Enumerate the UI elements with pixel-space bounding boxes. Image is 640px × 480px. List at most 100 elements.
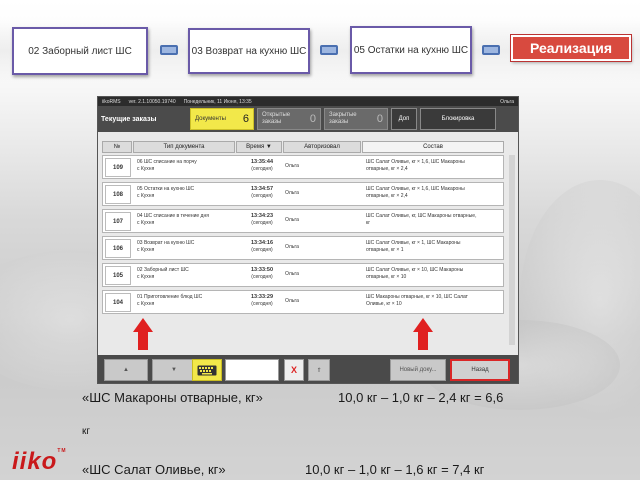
row-author: Ольга <box>285 244 299 250</box>
column-time[interactable]: Время ▼ <box>236 141 282 153</box>
comp-line: ШС Салат Оливье, кг, ШС Макароны отварны… <box>366 213 477 219</box>
row-author: Ольга <box>285 190 299 196</box>
row-doc-type: 04 ШС списание в течение дня с Кухня <box>137 213 233 227</box>
comp-line: ШС Салат Оливье, кг × 1,6, ШС Макароны <box>366 159 465 165</box>
row-author: Ольга <box>285 298 299 304</box>
doc-source: с Кухня <box>137 220 155 226</box>
scroll-up-button[interactable]: ▲ <box>104 359 148 381</box>
tab-documents[interactable]: Документы 6 <box>190 108 254 130</box>
time-day: (сегодня) <box>251 274 273 280</box>
time-value: 13:33:50 <box>250 267 274 273</box>
row-number: 107 <box>105 212 131 231</box>
flow-step-label: 03 Возврат на кухню ШС <box>191 45 307 57</box>
doc-name: 01 Приготовление блюд ШС <box>137 294 203 300</box>
row-composition: ШС Салат Оливье, кг, ШС Макароны отварны… <box>366 213 502 227</box>
arrow-up-icon <box>133 318 153 350</box>
flow-connector <box>160 45 178 55</box>
table-row[interactable]: 106 03 Возврат на кухню ШС с Кухня 13:34:… <box>102 236 504 260</box>
tab-label: Документы <box>195 116 226 122</box>
arrow-up-icon <box>413 318 433 350</box>
app-version: ver. 2.1.10050.19740 <box>128 98 176 105</box>
back-button[interactable]: Назад <box>450 359 510 381</box>
row-author: Ольга <box>285 271 299 277</box>
comp-line: ШС Макароны отварные, кг × 10, ШС Салат <box>366 294 468 300</box>
flow-step-zabornyi-list: 02 Заборный лист ШС <box>12 27 148 75</box>
sales-step-button[interactable]: Реализация <box>510 34 632 62</box>
formula-line2-calc: 10,0 кг – 1,0 кг – 1,6 кг = 7,4 кг <box>305 462 485 477</box>
formula-line2-name: «ШС Салат Оливье, кг» <box>82 462 226 477</box>
comp-line: Оливье, кг × 10 <box>366 301 402 307</box>
table-row[interactable]: 109 06 ШС списание на порчу с Кухня 13:35… <box>102 155 504 179</box>
doc-source: с Кухня <box>137 247 155 253</box>
tab-count: 6 <box>242 113 249 125</box>
doc-source: с Кухня <box>137 301 155 307</box>
row-time: 13:34:57 (сегодня) <box>242 186 282 200</box>
formula-line1-unit: кг <box>82 426 91 437</box>
scroll-top-button[interactable]: ⇑ <box>308 359 330 381</box>
row-composition: ШС Салат Оливье, кг × 10, ШС Макароны отв… <box>366 267 502 281</box>
row-doc-type: 01 Приготовление блюд ШС с Кухня <box>137 294 233 308</box>
keyboard-icon[interactable] <box>192 359 222 381</box>
flow-connector <box>320 45 338 55</box>
comp-line: отварные, кг × 2,4 <box>366 166 408 172</box>
formula-line1-name: «ШС Макароны отварные, кг» <box>82 390 263 405</box>
time-day: (сегодня) <box>251 193 273 199</box>
scrollbar[interactable] <box>509 155 515 345</box>
clear-button[interactable]: X <box>284 359 304 381</box>
bottom-toolbar: ▲ ▼ X ⇑ Новый доку... Назад <box>98 355 518 383</box>
tab-open-orders[interactable]: Открытые заказы 0 <box>257 108 321 130</box>
lock-button[interactable]: Блокировка <box>420 108 496 130</box>
time-value: 13:33:29 <box>250 294 274 300</box>
logo-text: iiko <box>12 448 58 475</box>
row-composition: ШС Салат Оливье, кг × 1, ШС Макароны отва… <box>366 240 502 254</box>
row-doc-type: 05 Остатки на кухню ШС с Кухня <box>137 186 233 200</box>
column-doc-type[interactable]: Тип документа <box>133 141 235 153</box>
comp-line: ШС Салат Оливье, кг × 1, ШС Макароны <box>366 240 461 246</box>
time-day: (сегодня) <box>251 247 273 253</box>
tab-count: 0 <box>309 113 316 125</box>
flow-step-label: 02 Заборный лист ШС <box>28 45 132 57</box>
search-input[interactable] <box>225 359 279 381</box>
column-number[interactable]: № <box>102 141 132 153</box>
row-composition: ШС Макароны отварные, кг × 10, ШС Салат О… <box>366 294 502 308</box>
doc-source: с Кухня <box>137 166 155 172</box>
tab-closed-orders[interactable]: Закрытые заказы 0 <box>324 108 388 130</box>
logo-tm: TM <box>57 448 67 454</box>
formula-line1-calc: 10,0 кг – 1,0 кг – 2,4 кг = 6,6 <box>338 390 504 405</box>
new-document-button[interactable]: Новый доку... <box>390 359 446 381</box>
tab-count: 0 <box>376 113 383 125</box>
app-date: Понедельник, 11 Июня, 13:35 <box>183 98 252 105</box>
app-titlebar: iikoRMS ver. 2.1.10050.19740 Понедельник… <box>98 97 518 106</box>
time-day: (сегодня) <box>251 166 273 172</box>
row-time: 13:34:16 (сегодня) <box>242 240 282 254</box>
table-row[interactable]: 108 05 Остатки на кухню ШС с Кухня 13:34:… <box>102 182 504 206</box>
row-doc-type: 06 ШС списание на порчу с Кухня <box>137 159 233 173</box>
comp-line: отварные, кг × 1 <box>366 247 404 253</box>
table-row[interactable]: 105 02 Заборный лист ШС с Кухня 13:33:50(… <box>102 263 504 287</box>
flow-step-label: 05 Остатки на кухню ШС <box>353 44 469 56</box>
tab-label: Открытые заказы <box>262 112 291 125</box>
table-row[interactable]: 107 04 ШС списание в течение дня с Кухня … <box>102 209 504 233</box>
time-value: 13:34:57 <box>250 186 274 192</box>
iiko-logo: iikoTM <box>12 448 67 476</box>
column-author[interactable]: Авторизовал <box>283 141 361 153</box>
extra-button[interactable]: Доп <box>391 108 417 130</box>
flow-step-ostatki: 05 Остатки на кухню ШС <box>350 26 472 74</box>
column-composition[interactable]: Состав <box>362 141 504 153</box>
app-header: Текущие заказы Документы 6 Открытые зака… <box>98 106 518 132</box>
time-value: 13:34:23 <box>250 213 274 219</box>
row-doc-type: 03 Возврат на кухню ШС с Кухня <box>137 240 233 254</box>
row-author: Ольга <box>285 163 299 169</box>
doc-name: 06 ШС списание на порчу <box>137 159 197 165</box>
row-time: 13:33:29 (сегодня) <box>242 294 282 308</box>
comp-line: ШС Салат Оливье, кг × 10, ШС Макароны <box>366 267 464 273</box>
time-day: (сегодня) <box>251 220 273 226</box>
doc-source: с Кухня <box>137 274 155 280</box>
scroll-down-button[interactable]: ▼ <box>152 359 196 381</box>
doc-name: 03 Возврат на кухню ШС <box>137 240 195 246</box>
row-number: 108 <box>105 185 131 204</box>
row-time: 13:33:50 (сегодня) <box>242 267 282 281</box>
row-time: 13:35:44 (сегодня) <box>242 159 282 173</box>
row-doc-type: 02 Заборный лист ШС с Кухня <box>137 267 233 281</box>
table-row[interactable]: 104 01 Приготовление блюд ШС с Кухня 13:3… <box>102 290 504 314</box>
